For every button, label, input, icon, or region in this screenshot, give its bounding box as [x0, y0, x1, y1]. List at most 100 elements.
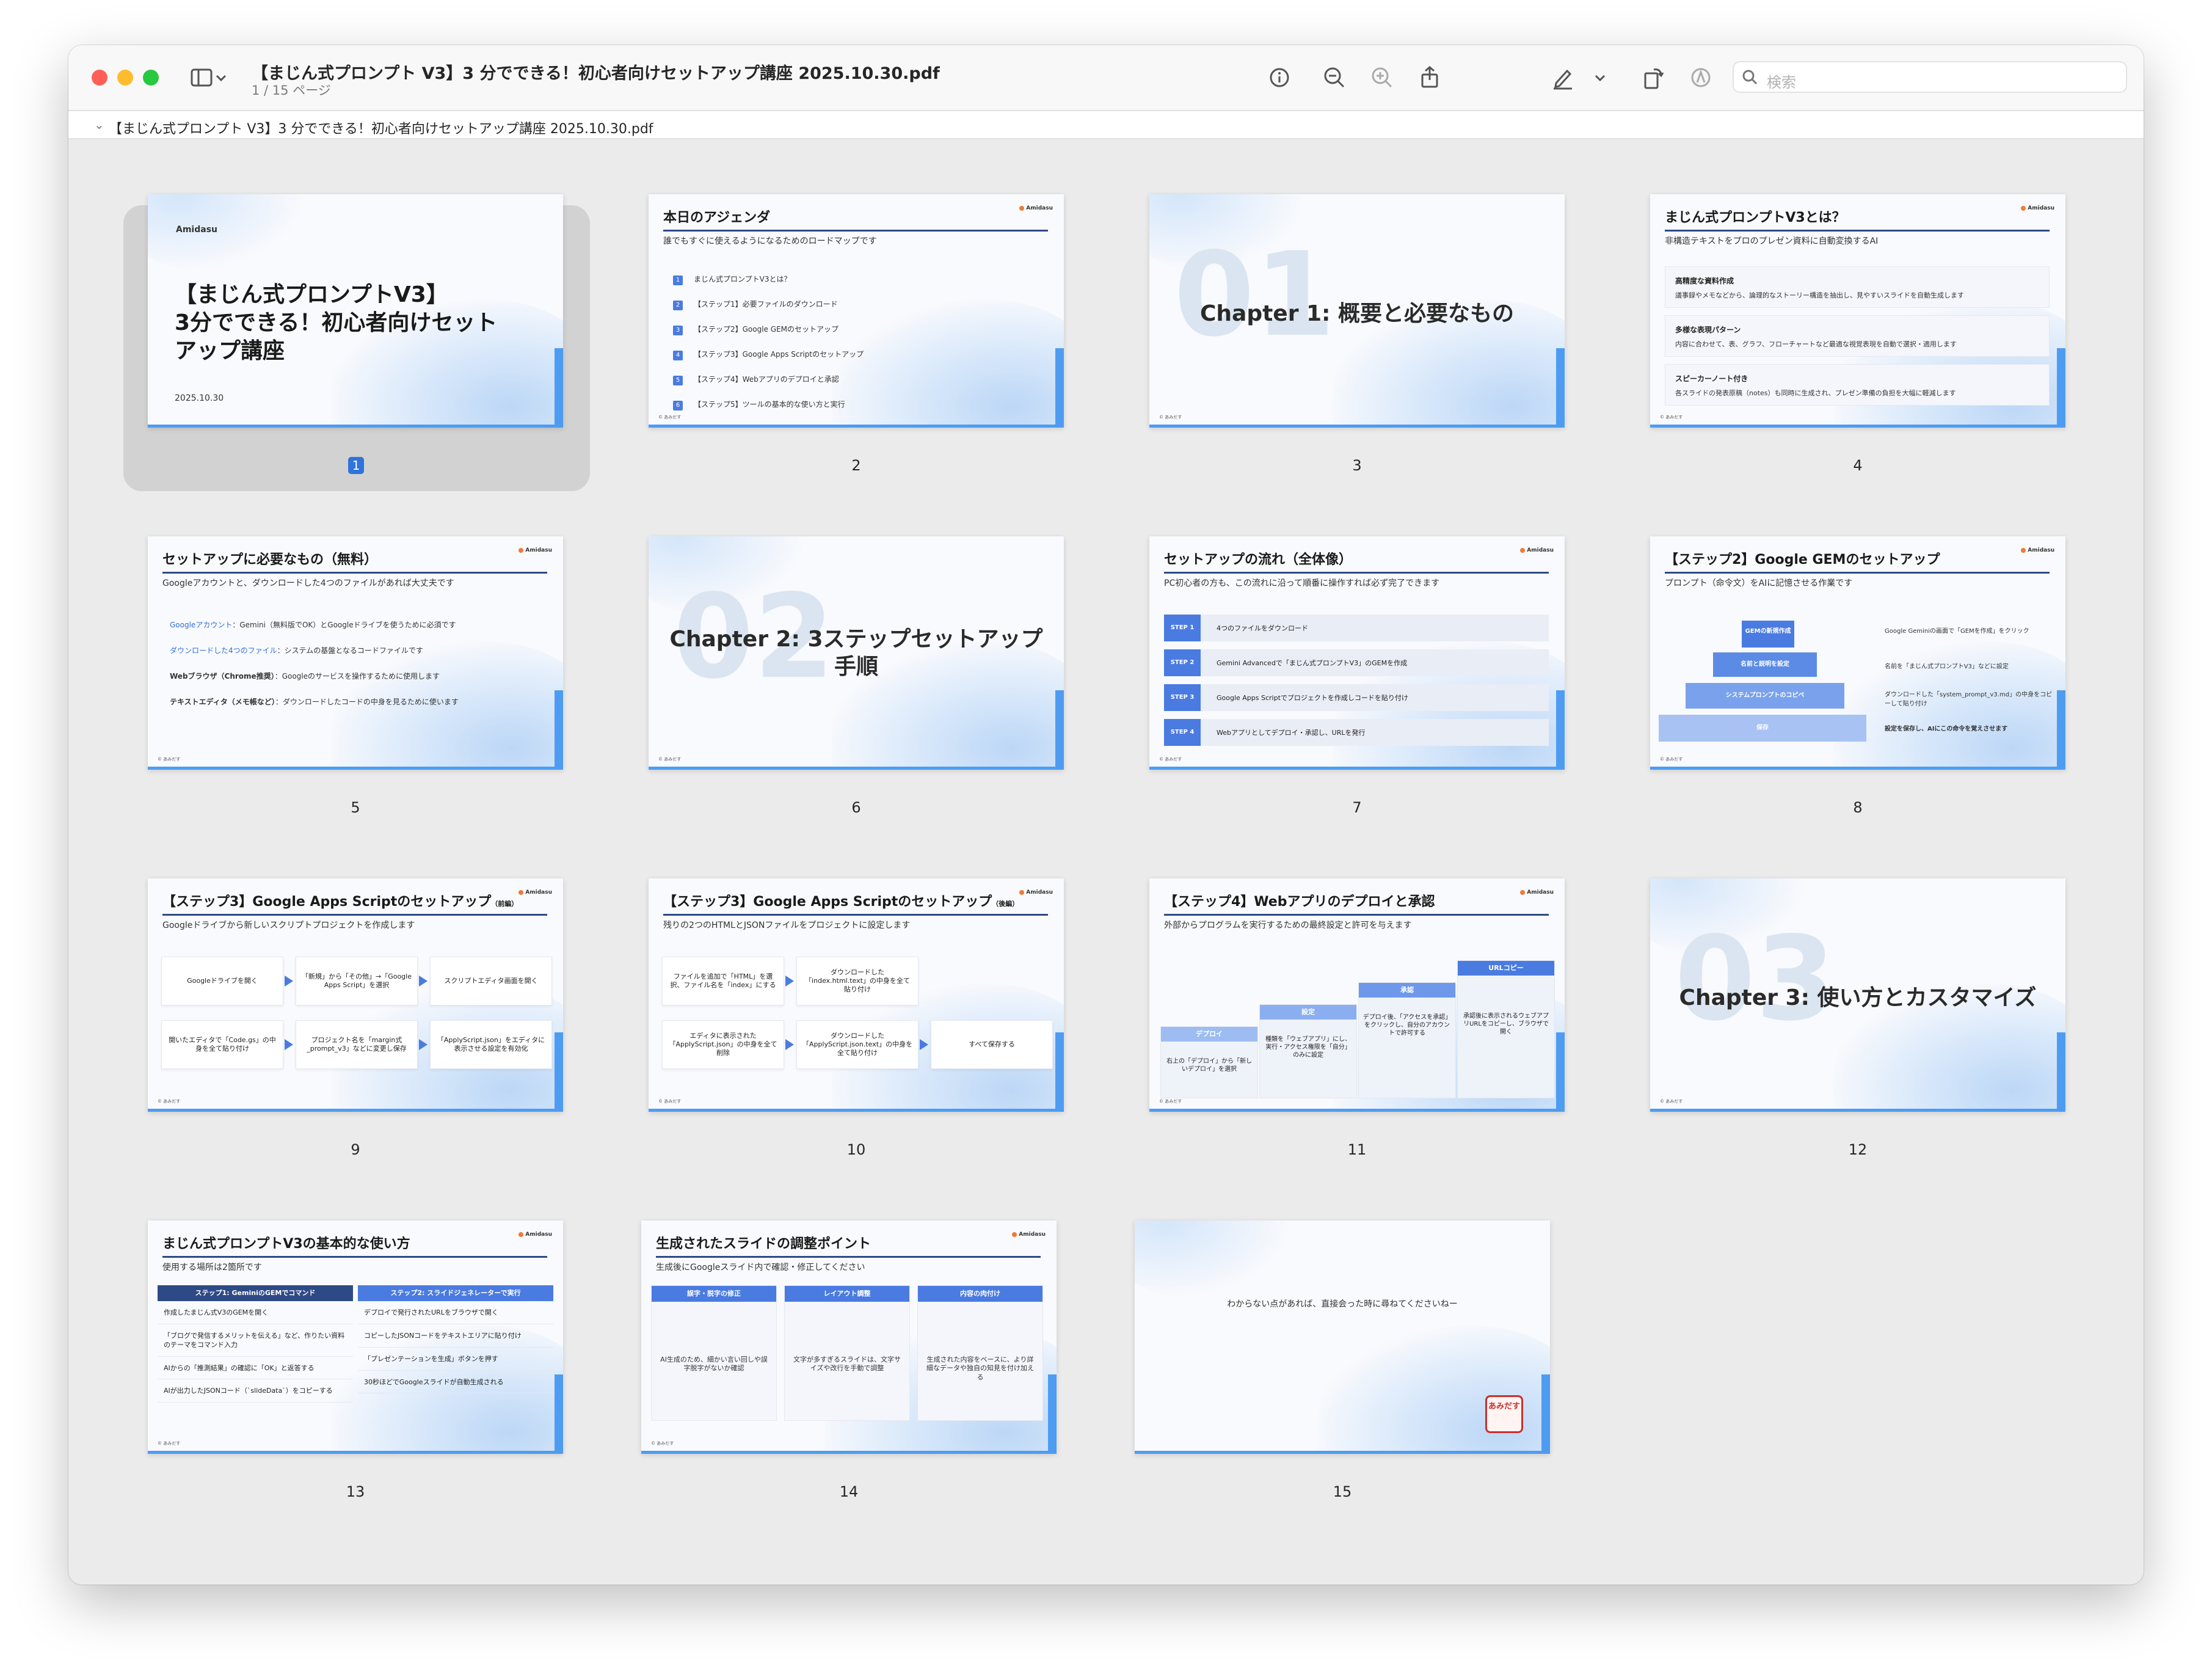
page-number-8: 8: [1853, 799, 1863, 816]
arrow-icon: [285, 1039, 293, 1050]
flow-box: ダウンロードした「ApplyScript.json.text」の中身を全て貼り付…: [796, 1020, 919, 1069]
slide1-logo: Amidasu: [176, 225, 217, 235]
collapse-chevron-icon[interactable]: ⌄: [94, 117, 104, 132]
page-thumbnail-13[interactable]: Amidasu まじん式プロンプトV3の基本的な使い方 使用する場所は2箇所です…: [148, 1221, 563, 1454]
page-thumbnail-9[interactable]: Amidasu 【ステップ3】Google Apps Scriptのセットアップ…: [148, 878, 563, 1112]
feature-card: 高精度な資料作成 議事録やメモなどから、論理的なストーリー構造を抽出し、見やすいス…: [1665, 266, 2050, 308]
rotate-icon[interactable]: [1639, 64, 1667, 92]
slide8-subtitle: プロンプト（命令文）をAIに記憶させる作業です: [1665, 578, 1853, 588]
slide5-subtitle: Googleアカウントと、ダウンロードした4つのファイルがあれば大丈夫です: [162, 578, 454, 588]
slide-footer: © あみだす: [1159, 415, 1182, 420]
pyramid-note: 名前を「まじん式プロンプトV3」などに設定: [1885, 663, 2009, 670]
search-icon: [1742, 70, 1758, 85]
page-thumbnail-7[interactable]: Amidasu セットアップの流れ（全体像） PC初心者の方も、この流れに沿って…: [1149, 536, 1565, 770]
page-number-13: 13: [346, 1483, 365, 1500]
adjust-column: 内容の肉付け 生成された内容をベースに、より詳細なデータや独自の知見を付け加える: [917, 1285, 1043, 1421]
page-thumbnail-8[interactable]: Amidasu 【ステップ2】Google GEMのセットアップ プロンプト（命…: [1650, 536, 2065, 770]
pyramid-level: 名前と説明を設定: [1713, 652, 1817, 677]
closing-message: わからない点があれば、直接会った時に尋ねてくださいねー: [1227, 1299, 1458, 1309]
usage-column: ステップ2: スライドジェネレーターで実行 デプロイで発行されたURLをブラウザ…: [358, 1285, 553, 1438]
share-icon[interactable]: [1416, 64, 1444, 92]
info-icon[interactable]: [1265, 64, 1293, 92]
page-thumbnail-6[interactable]: 02 Chapter 2: 3ステップセットアップ 手順 © あみだす: [649, 536, 1064, 770]
agenda-item: 2 【ステップ1】必要ファイルのダウンロード: [673, 299, 838, 310]
agenda-item: 6 【ステップ5】ツールの基本的な使い方と実行: [673, 399, 845, 411]
page-thumbnail-3[interactable]: 01 Chapter 1: 概要と必要なもの © あみだす: [1149, 194, 1565, 428]
setup-step: STEP 3 Google Apps Scriptでプロジェクトを作成しコードを貼…: [1164, 684, 1549, 711]
window-title: 【まじん式プロンプト V3】3 分でできる！初心者向けセットアップ講座 2025…: [252, 64, 940, 83]
adjust-column: 誤字・脱字の修正 AI生成のため、細かい言い回しや誤字脱字がないか確認: [651, 1285, 777, 1421]
flow-box: ダウンロードした「index.html.text」の中身を全て貼り付け: [796, 957, 919, 1005]
slide7-subtitle: PC初心者の方も、この流れに沿って順番に操作すれば必ず完了できます: [1164, 578, 1440, 588]
zoom-out-icon[interactable]: [1320, 64, 1348, 92]
agenda-item: 3 【ステップ2】Google GEMのセットアップ: [673, 324, 839, 335]
page-thumbnail-11[interactable]: Amidasu 【ステップ4】Webアプリのデプロイと承認 外部からプログラムを…: [1149, 878, 1565, 1112]
requirement-row: ダウンロードした4つのファイル：システムの基盤となるコードファイルです: [170, 646, 423, 655]
zoom-button[interactable]: [143, 70, 159, 86]
arrow-icon: [285, 976, 293, 987]
slide13-title: まじん式プロンプトV3の基本的な使い方: [162, 1233, 547, 1258]
slide11-subtitle: 外部からプログラムを実行するための最終設定と許可を与えます: [1164, 921, 1412, 930]
agenda-item: 1 まじん式プロンプトV3とは？: [673, 274, 791, 285]
slide2-title: 本日のアジェンダ: [663, 206, 1048, 232]
slide13-subtitle: 使用する場所は2箇所です: [162, 1263, 262, 1272]
pyramid-note: Google Geminiの画面で「GEMを作成」をクリック: [1885, 628, 2029, 635]
chapter-title: Chapter 1: 概要と必要なもの: [1199, 301, 1514, 326]
arrow-icon: [419, 1039, 427, 1050]
pyramid-level: GEMの新規作成: [1742, 621, 1794, 648]
pyramid-level: システムプロンプトのコピペ: [1686, 683, 1844, 709]
slide-footer: © あみだす: [1660, 415, 1683, 420]
stair-step: URLコピー 承認後に表示されるウェブアプリURLをコピーし、ブラウザで開く: [1457, 960, 1555, 1098]
page-number-5: 5: [351, 799, 360, 816]
chapter-number: 03: [1675, 911, 1836, 1046]
requirement-row: Webブラウザ（Chrome推奨）：Googleのサービスを操作するために使用し…: [170, 672, 440, 681]
chapter-title: Chapter 2: 3ステップセットアップ 手順: [669, 627, 1043, 679]
page-thumbnail-5[interactable]: Amidasu セットアップに必要なもの（無料） Googleアカウントと、ダウ…: [148, 536, 563, 770]
highlight-icon[interactable]: [1687, 64, 1715, 92]
sidebar-toggle-icon[interactable]: [188, 64, 216, 92]
setup-step: STEP 2 Gemini Advancedで「まじん式プロンプトV3」のGEMを…: [1164, 649, 1549, 676]
setup-step: STEP 4 Webアプリとしてデプロイ・承認し、URLを発行: [1164, 719, 1549, 746]
page-thumbnail-15[interactable]: わからない点があれば、直接会った時に尋ねてくださいねー あみだす: [1135, 1221, 1550, 1454]
search-placeholder: 検索: [1767, 74, 1796, 91]
page-thumbnail-12[interactable]: 03 Chapter 3: 使い方とカスタマイズ © あみだす: [1650, 878, 2065, 1112]
slide-footer: © あみだす: [158, 1099, 181, 1104]
search-field[interactable]: 検索: [1733, 61, 2127, 93]
page-thumbnail-14[interactable]: Amidasu 生成されたスライドの調整ポイント 生成後にGoogleスライド内…: [641, 1221, 1057, 1454]
slide-footer: © あみだす: [658, 1099, 682, 1104]
page-indicator: 1 / 15 ページ: [252, 83, 331, 98]
slide11-title: 【ステップ4】Webアプリのデプロイと承認: [1164, 891, 1549, 916]
page-thumbnail-2[interactable]: Amidasu 本日のアジェンダ 誰でもすぐに使えるようになるためのロードマップ…: [649, 194, 1064, 428]
slide10-subtitle: 残りの2つのHTMLとJSONファイルをプロジェクトに設定します: [663, 921, 911, 930]
flow-box: 「新規」から「その他」→「Google Apps Script」を選択: [296, 957, 418, 1005]
slide8-title: 【ステップ2】Google GEMのセットアップ: [1665, 549, 2050, 574]
flow-box: ファイルを追加で「HTML」を選択、ファイル名を「index」にする: [662, 957, 784, 1005]
chapter-title: Chapter 3: 使い方とカスタマイズ: [1679, 985, 2037, 1010]
slide-footer: © あみだす: [658, 415, 682, 420]
page-number-11: 11: [1347, 1141, 1367, 1158]
agenda-item: 5 【ステップ4】Webアプリのデプロイと承認: [673, 374, 839, 385]
chevron-down-icon[interactable]: [214, 64, 228, 92]
markup-pen-icon[interactable]: [1549, 64, 1577, 92]
slide-footer: © あみだす: [1660, 757, 1683, 762]
stair-step: 承認 デプロイ後、「アクセスを承認」をクリックし、自分のアカウントで許可する: [1358, 982, 1456, 1098]
zoom-in-icon[interactable]: [1368, 64, 1396, 92]
slide-footer: © あみだす: [158, 1441, 181, 1446]
toolbar: 【まじん式プロンプト V3】3 分でできる！初心者向けセットアップ講座 2025…: [68, 45, 2144, 111]
page-number-12: 12: [1848, 1141, 1868, 1158]
minimize-button[interactable]: [117, 70, 133, 86]
close-button[interactable]: [92, 70, 107, 86]
slide4-title: まじん式プロンプトV3とは？: [1665, 206, 2050, 232]
preview-window: 【まじん式プロンプト V3】3 分でできる！初心者向けセットアップ講座 2025…: [68, 45, 2144, 1585]
slide7-title: セットアップの流れ（全体像）: [1164, 549, 1549, 574]
slide4-subtitle: 非構造テキストをプロのプレゼン資料に自動変換するAI: [1665, 236, 1879, 246]
markup-chevron-icon[interactable]: [1593, 64, 1607, 92]
chapter-number: 01: [1174, 227, 1336, 362]
page-thumbnail-10[interactable]: Amidasu 【ステップ3】Google Apps Scriptのセットアップ…: [649, 878, 1064, 1112]
feature-card: スピーカーノート付き 各スライドの発表原稿（notes）も同時に生成され、プレゼン…: [1665, 364, 2050, 406]
page-thumbnail-4[interactable]: Amidasu まじん式プロンプトV3とは？ 非構造テキストをプロのプレゼン資料…: [1650, 194, 2065, 428]
slide-footer: © あみだす: [158, 757, 181, 762]
page-thumbnail-1[interactable]: Amidasu 【まじん式プロンプトV3】 3分でできる！初心者向けセット アッ…: [148, 194, 563, 428]
page-number-1: 1: [348, 457, 364, 474]
pyramid-note: 設定を保存し、AIにこの命令を覚えさせます: [1885, 726, 2008, 732]
